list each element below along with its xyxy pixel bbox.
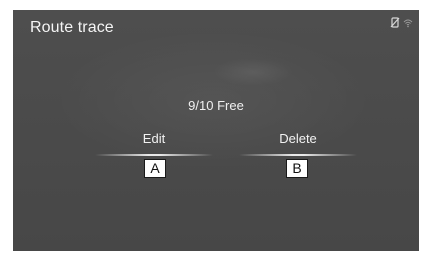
screen-title: Route trace <box>30 19 114 36</box>
delete-button-underline <box>239 154 357 156</box>
delete-button-label: Delete <box>279 131 317 146</box>
wifi-icon <box>403 18 413 28</box>
edit-button-label: Edit <box>142 131 166 146</box>
edit-button-underline <box>95 154 213 156</box>
no-phone-icon <box>390 17 400 28</box>
status-bar-icons <box>390 17 413 28</box>
navigation-screen: Route trace 9/10 Free Edit Delete A B <box>13 10 419 251</box>
callout-label-a: A <box>144 159 166 178</box>
callout-label-b: B <box>286 159 308 178</box>
delete-button[interactable]: Delete <box>239 126 357 156</box>
edit-button[interactable]: Edit <box>95 126 213 156</box>
memory-free-count: 9/10 Free <box>188 98 244 113</box>
